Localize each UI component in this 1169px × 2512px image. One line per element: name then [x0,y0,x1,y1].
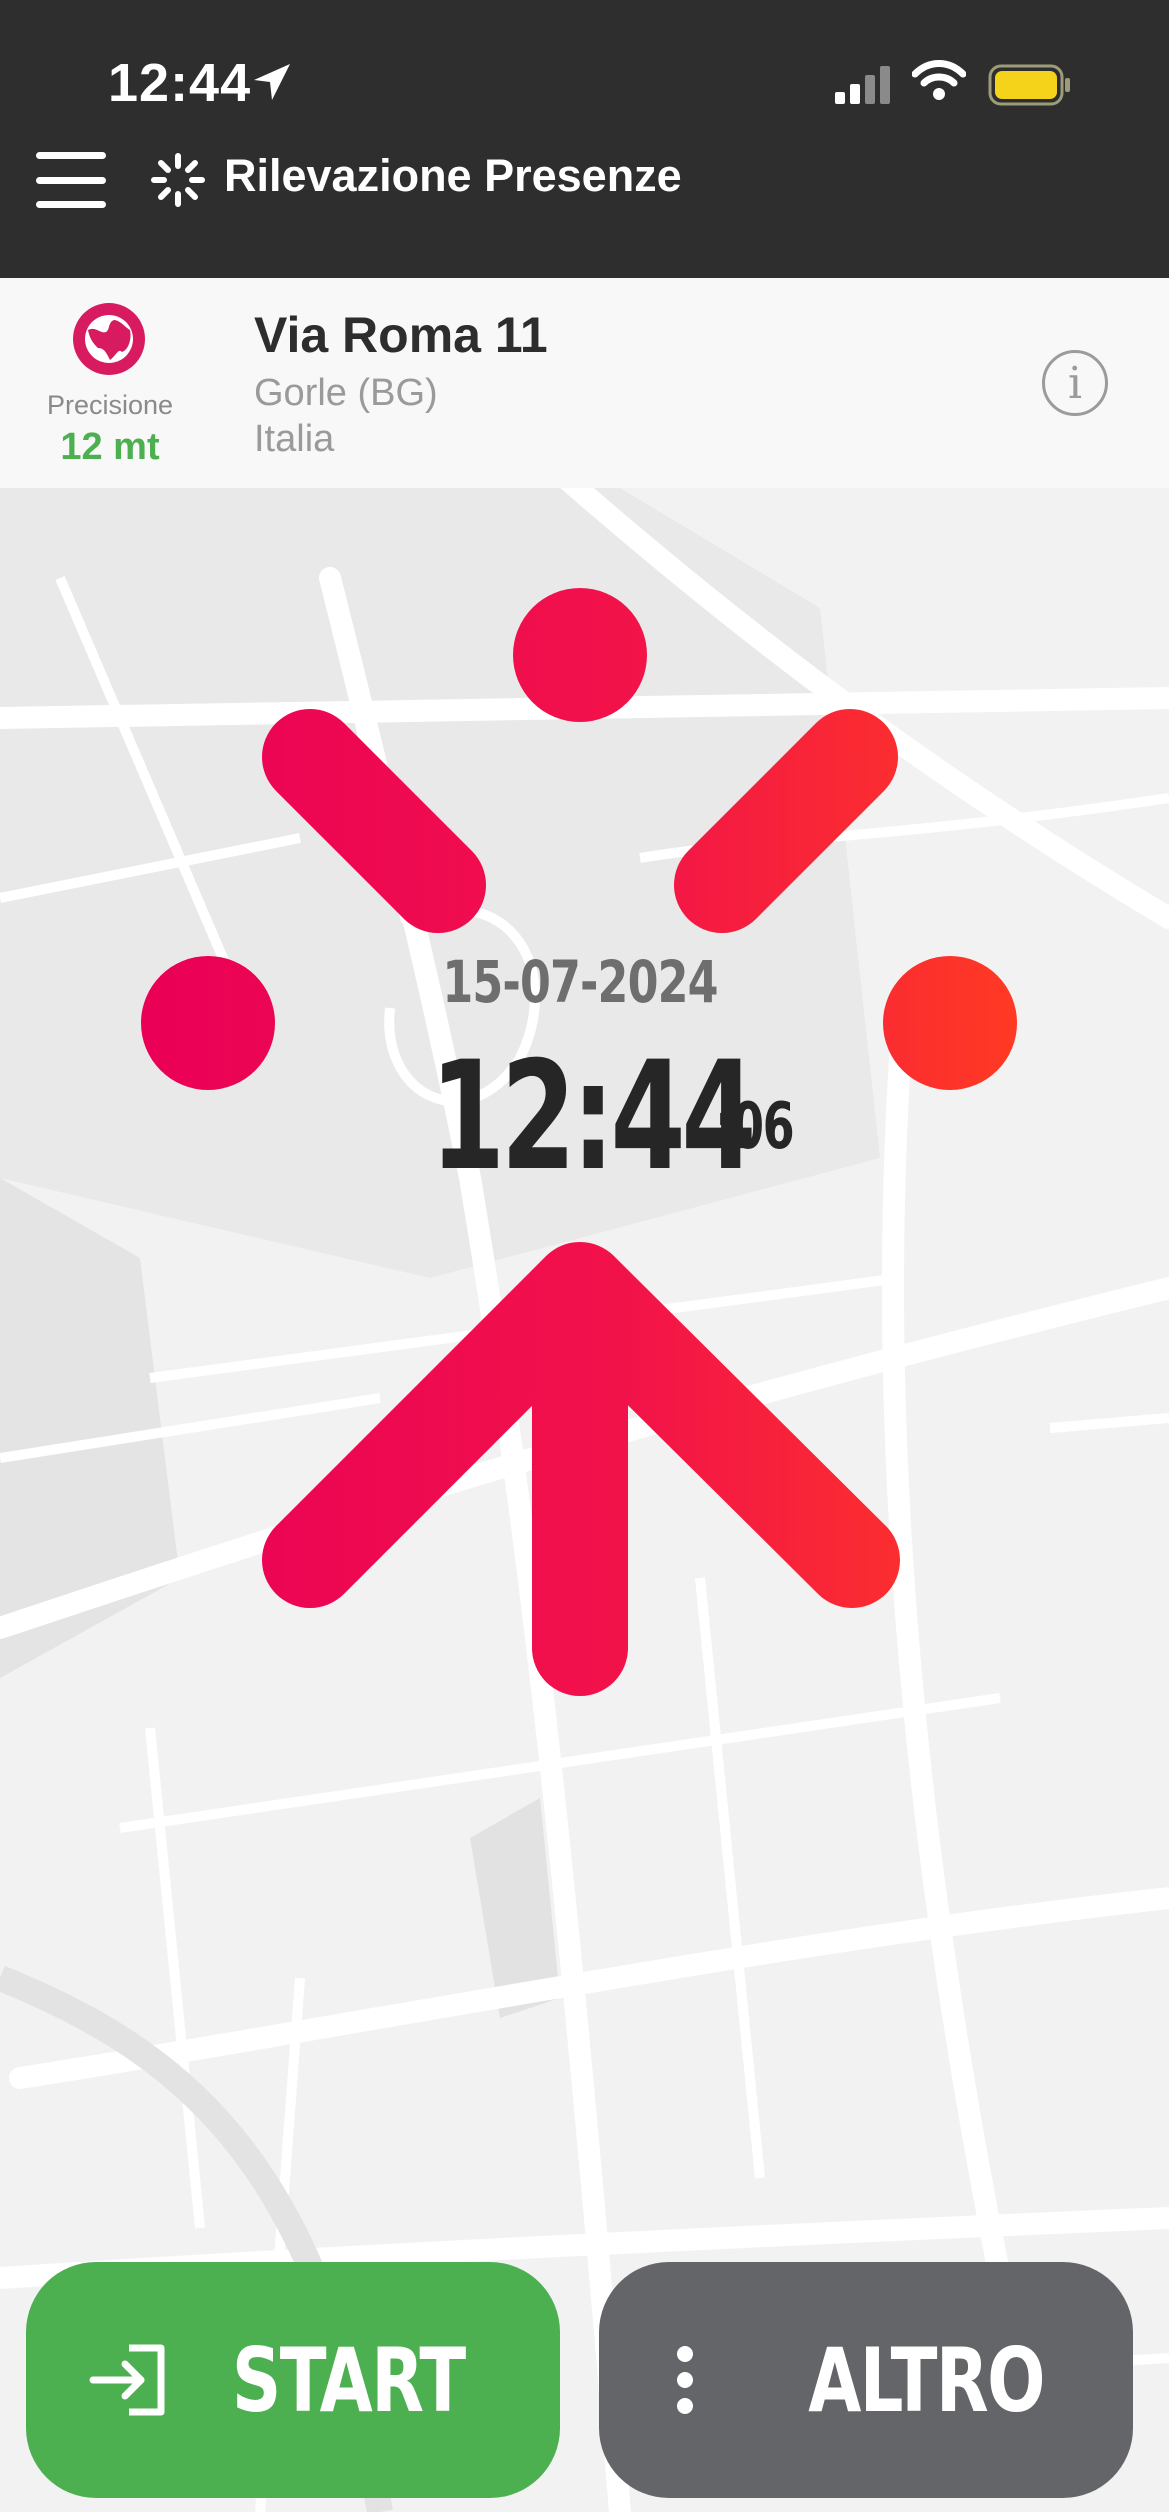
precision-label: Precisione [46,390,174,420]
app-header: 12:44 Rilevazione Presenze [0,0,1169,278]
hamburger-line [36,176,106,184]
location-arrow-icon [254,64,290,100]
login-arrow-icon [89,2344,165,2416]
info-button[interactable]: i [1042,350,1108,416]
sparkle-logo-icon [151,153,205,207]
vertical-dots-icon [676,2346,693,2414]
time-hours-minutes: 12:44 [430,1030,757,1204]
globe-icon [73,303,145,375]
address-city: Gorle (BG) [254,372,438,414]
address-country: Italia [254,418,335,460]
wifi-icon [912,60,966,100]
current-time: 12:44 :06 [380,1030,820,1204]
hamburger-line [36,201,106,208]
hamburger-line [36,152,106,159]
time-seconds: :06 [715,1090,795,1164]
start-button[interactable]: START [26,2262,560,2498]
menu-button[interactable] [36,152,106,208]
precision-value: 12 mt [60,426,160,468]
altro-button[interactable]: ALTRO [599,2262,1133,2498]
cellular-signal-icon [835,66,890,104]
map-background [0,278,1169,2512]
address-street: Via Roma 11 [254,307,548,363]
app-title: Rilevazione Presenze [224,150,682,201]
battery-icon [988,64,1070,106]
start-label: START [231,2328,466,2432]
current-date: 15-07-2024 [442,948,718,1016]
status-time: 12:44 [108,53,252,113]
map-streets [0,278,1169,2512]
altro-label: ALTRO [808,2328,1045,2432]
